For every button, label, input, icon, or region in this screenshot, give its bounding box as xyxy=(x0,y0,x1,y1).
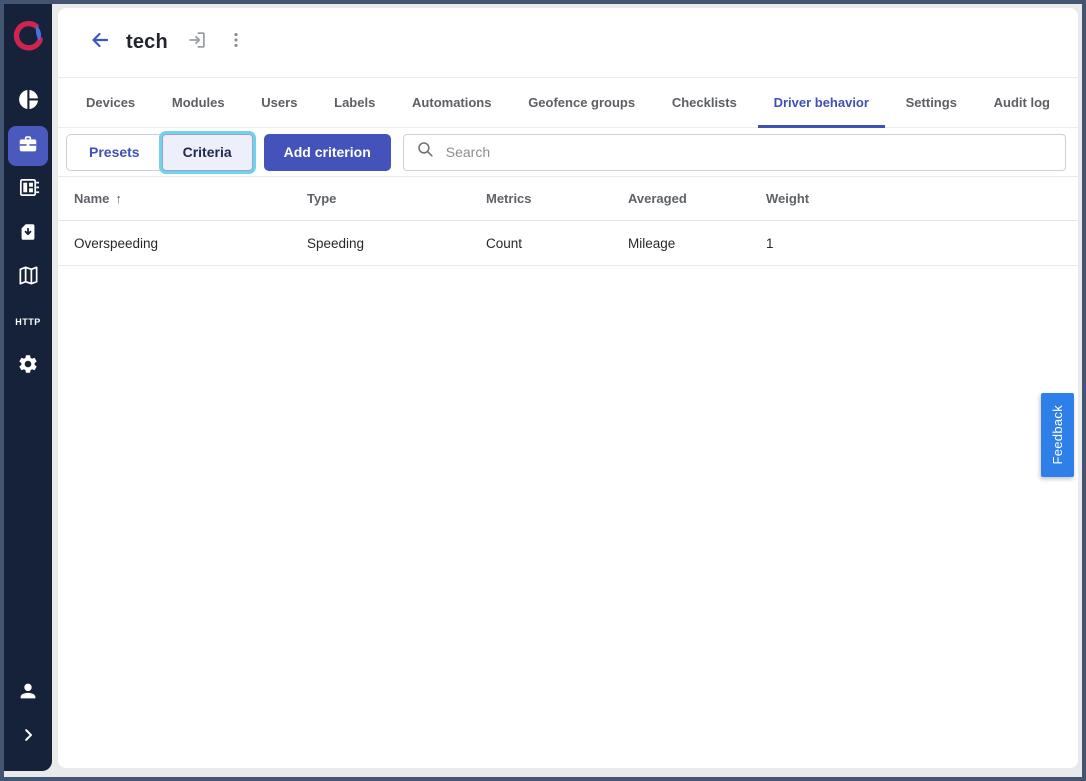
column-header-type[interactable]: Type xyxy=(307,191,486,206)
sidebar-item-modules[interactable] xyxy=(8,170,48,210)
map-icon xyxy=(17,264,40,292)
table-header: Name ↑ Type Metrics Averaged Weight xyxy=(58,177,1078,221)
tab-checklists[interactable]: Checklists xyxy=(656,78,753,127)
cell-name: Overspeeding xyxy=(74,236,307,251)
cell-weight: 1 xyxy=(766,236,1062,251)
search-input[interactable] xyxy=(446,144,1053,160)
tab-automations[interactable]: Automations xyxy=(396,78,507,127)
more-menu-button[interactable] xyxy=(226,29,246,56)
sidebar-item-map[interactable] xyxy=(8,258,48,298)
search-box[interactable] xyxy=(403,134,1066,171)
tab-geofence-groups[interactable]: Geofence groups xyxy=(512,78,651,127)
sidebar-item-http[interactable]: HTTP xyxy=(8,302,48,342)
criteria-button[interactable]: Criteria xyxy=(162,134,253,171)
pie-chart-icon xyxy=(17,88,40,116)
tab-driver-behavior[interactable]: Driver behavior xyxy=(758,78,885,127)
cell-type: Speeding xyxy=(307,236,486,251)
sim-download-icon xyxy=(17,221,39,248)
kebab-menu-icon xyxy=(226,29,246,56)
empty-area xyxy=(58,266,1078,768)
sidebar-item-account[interactable] xyxy=(8,673,48,713)
sidebar-bottom xyxy=(8,673,48,761)
exit-to-app-icon xyxy=(186,29,208,56)
gear-icon xyxy=(17,353,39,380)
http-label: HTTP xyxy=(15,317,41,327)
person-icon xyxy=(17,680,39,707)
chip-module-icon xyxy=(17,176,40,204)
tab-labels[interactable]: Labels xyxy=(318,78,391,127)
column-header-name[interactable]: Name ↑ xyxy=(74,191,307,206)
brand-swirl-icon xyxy=(10,18,46,59)
sidebar-item-sim-updates[interactable] xyxy=(8,214,48,254)
column-header-metrics[interactable]: Metrics xyxy=(486,191,628,206)
sidebar-nav: HTTP xyxy=(8,82,48,390)
chevron-right-icon xyxy=(19,726,37,749)
panel-header: tech xyxy=(58,8,1078,78)
briefcase-icon xyxy=(17,133,39,160)
column-header-averaged[interactable]: Averaged xyxy=(628,191,766,206)
table-row[interactable]: Overspeeding Speeding Count Mileage 1 xyxy=(58,221,1078,266)
tab-devices[interactable]: Devices xyxy=(70,78,151,127)
feedback-label: Feedback xyxy=(1050,405,1065,465)
magnifier-icon xyxy=(416,140,435,164)
presets-button[interactable]: Presets xyxy=(66,134,163,171)
tab-bar: Devices Modules Users Labels Automations… xyxy=(58,78,1078,128)
panel: tech xyxy=(58,8,1078,768)
sidebar: HTTP xyxy=(4,4,52,771)
export-button[interactable] xyxy=(186,29,208,56)
arrow-up-icon: ↑ xyxy=(115,191,122,206)
back-button[interactable] xyxy=(88,28,112,57)
tab-modules[interactable]: Modules xyxy=(156,78,241,127)
cell-averaged: Mileage xyxy=(628,236,766,251)
tab-settings[interactable]: Settings xyxy=(890,78,973,127)
arrow-left-icon xyxy=(88,28,112,57)
window-frame: HTTP xyxy=(0,0,1086,781)
feedback-tab[interactable]: Feedback xyxy=(1041,393,1074,477)
sidebar-item-dashboard[interactable] xyxy=(8,82,48,122)
main-content: tech xyxy=(52,4,1082,777)
add-criterion-button[interactable]: Add criterion xyxy=(264,134,391,171)
sidebar-expand-toggle[interactable] xyxy=(8,717,48,757)
column-header-weight[interactable]: Weight xyxy=(766,191,1062,206)
tab-users[interactable]: Users xyxy=(245,78,313,127)
toolbar: Presets Criteria Add criterion xyxy=(58,128,1078,177)
sidebar-item-settings[interactable] xyxy=(8,346,48,386)
cell-metrics: Count xyxy=(486,236,628,251)
sidebar-item-fleet[interactable] xyxy=(8,126,48,166)
page-title: tech xyxy=(126,31,168,54)
tab-audit-log[interactable]: Audit log xyxy=(978,78,1066,127)
app-logo[interactable] xyxy=(10,10,46,66)
